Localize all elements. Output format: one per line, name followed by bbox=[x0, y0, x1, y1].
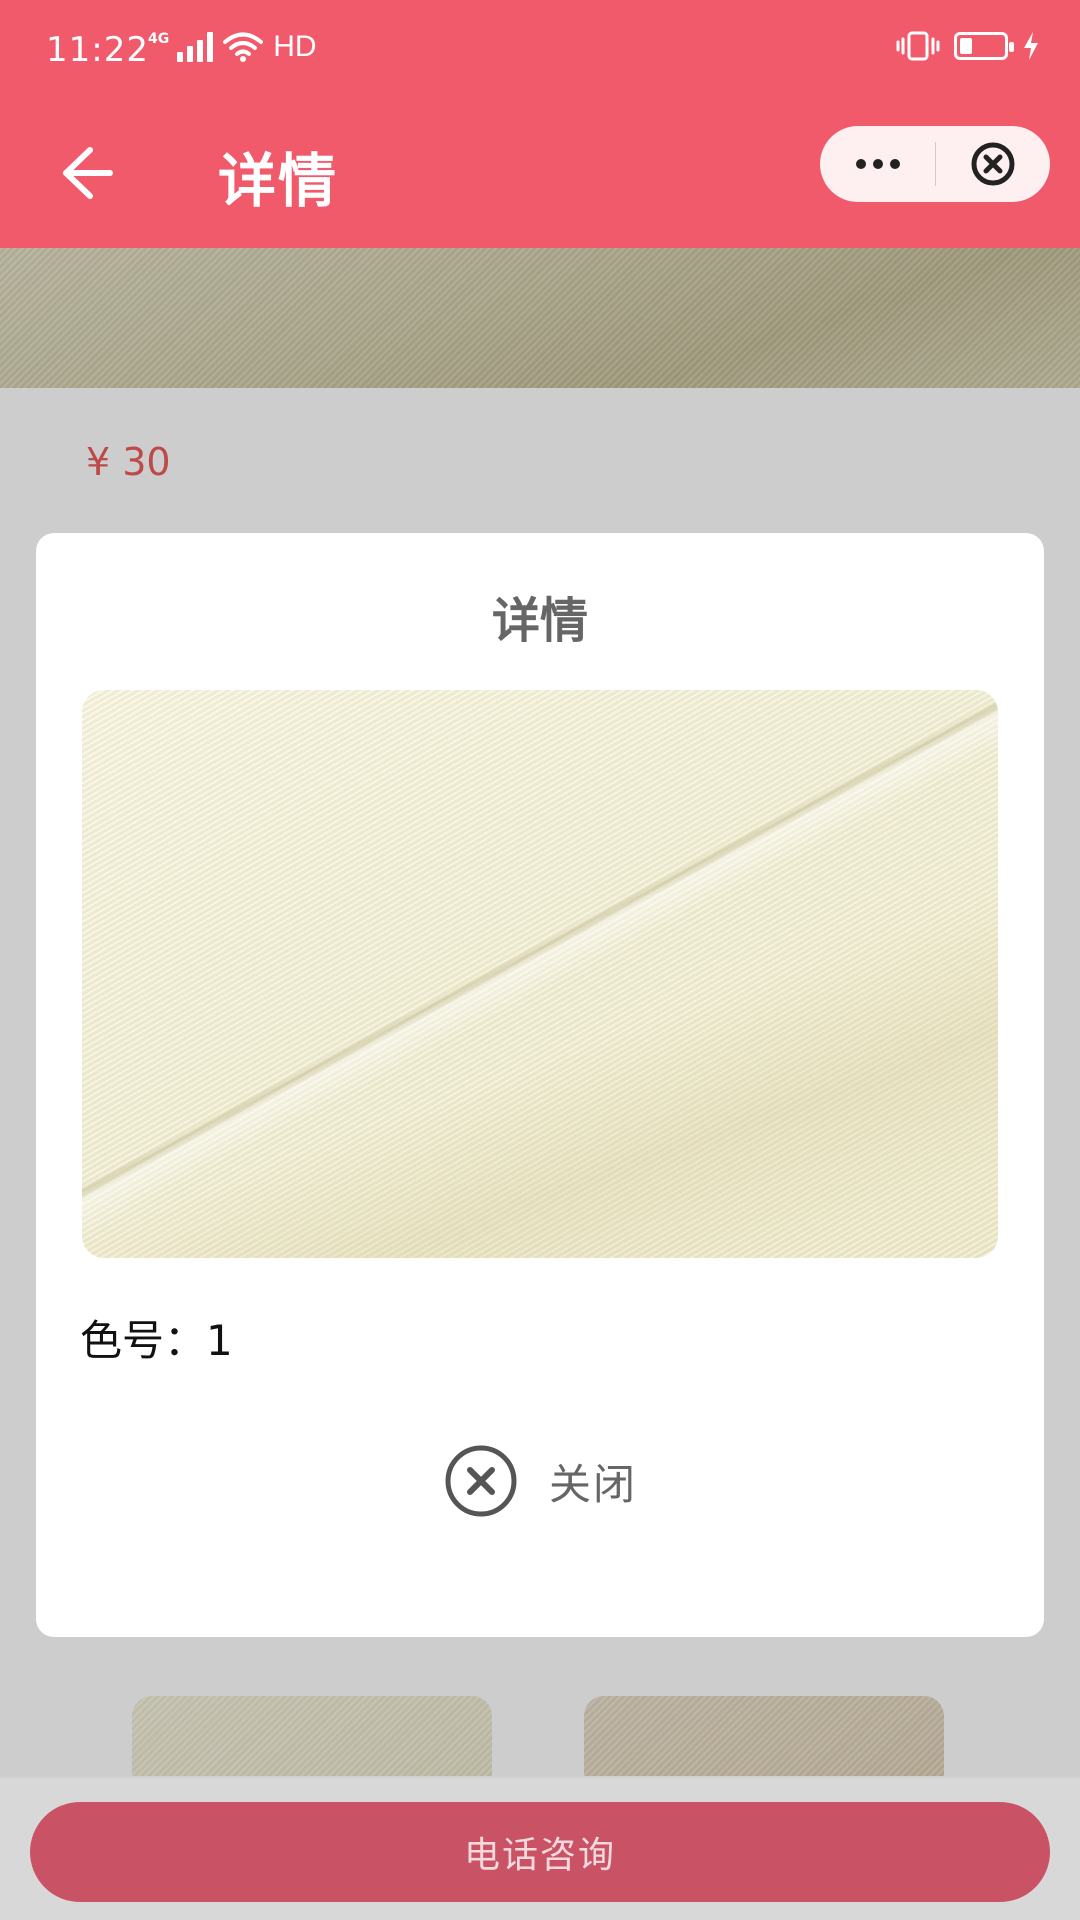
arrow-left-icon[interactable] bbox=[50, 138, 120, 208]
signal-icon bbox=[177, 32, 214, 62]
charging-icon bbox=[1024, 32, 1038, 60]
close-circle-icon[interactable] bbox=[936, 126, 1050, 202]
close-circle-icon[interactable] bbox=[443, 1443, 519, 1519]
phone-consult-button[interactable]: 电话咨询 bbox=[30, 1802, 1050, 1902]
hd-label: HD bbox=[273, 30, 317, 63]
network-type-label: 4G bbox=[148, 31, 170, 47]
detail-modal: 详情 色号：1 关闭 bbox=[36, 533, 1044, 1637]
status-time: 11:22 bbox=[46, 30, 149, 70]
color-number-label: 色号：1 bbox=[80, 1316, 233, 1365]
wifi-icon bbox=[223, 32, 264, 62]
status-icons-right bbox=[896, 30, 1040, 62]
battery-icon bbox=[954, 32, 1014, 60]
modal-title: 详情 bbox=[491, 593, 588, 649]
more-dots-icon[interactable] bbox=[820, 126, 935, 202]
vibrate-icon bbox=[896, 31, 940, 61]
fabric-image bbox=[82, 690, 998, 1258]
navigation-bar: 详情 bbox=[0, 104, 1080, 248]
modal-close-button[interactable]: 关闭 bbox=[36, 1443, 1044, 1519]
status-icons-left: 4G HD bbox=[148, 30, 317, 64]
page-title: 详情 bbox=[218, 147, 339, 215]
bottom-bar: 电话咨询 bbox=[0, 1776, 1080, 1920]
screen: 11:22 4G HD 详情 ¥ 30 电话咨询 详情 色号：1 关闭 bbox=[0, 0, 1080, 1920]
modal-close-label[interactable]: 关闭 bbox=[549, 1451, 637, 1512]
status-bar: 11:22 4G HD bbox=[0, 0, 1080, 104]
mini-program-capsule bbox=[820, 126, 1050, 202]
